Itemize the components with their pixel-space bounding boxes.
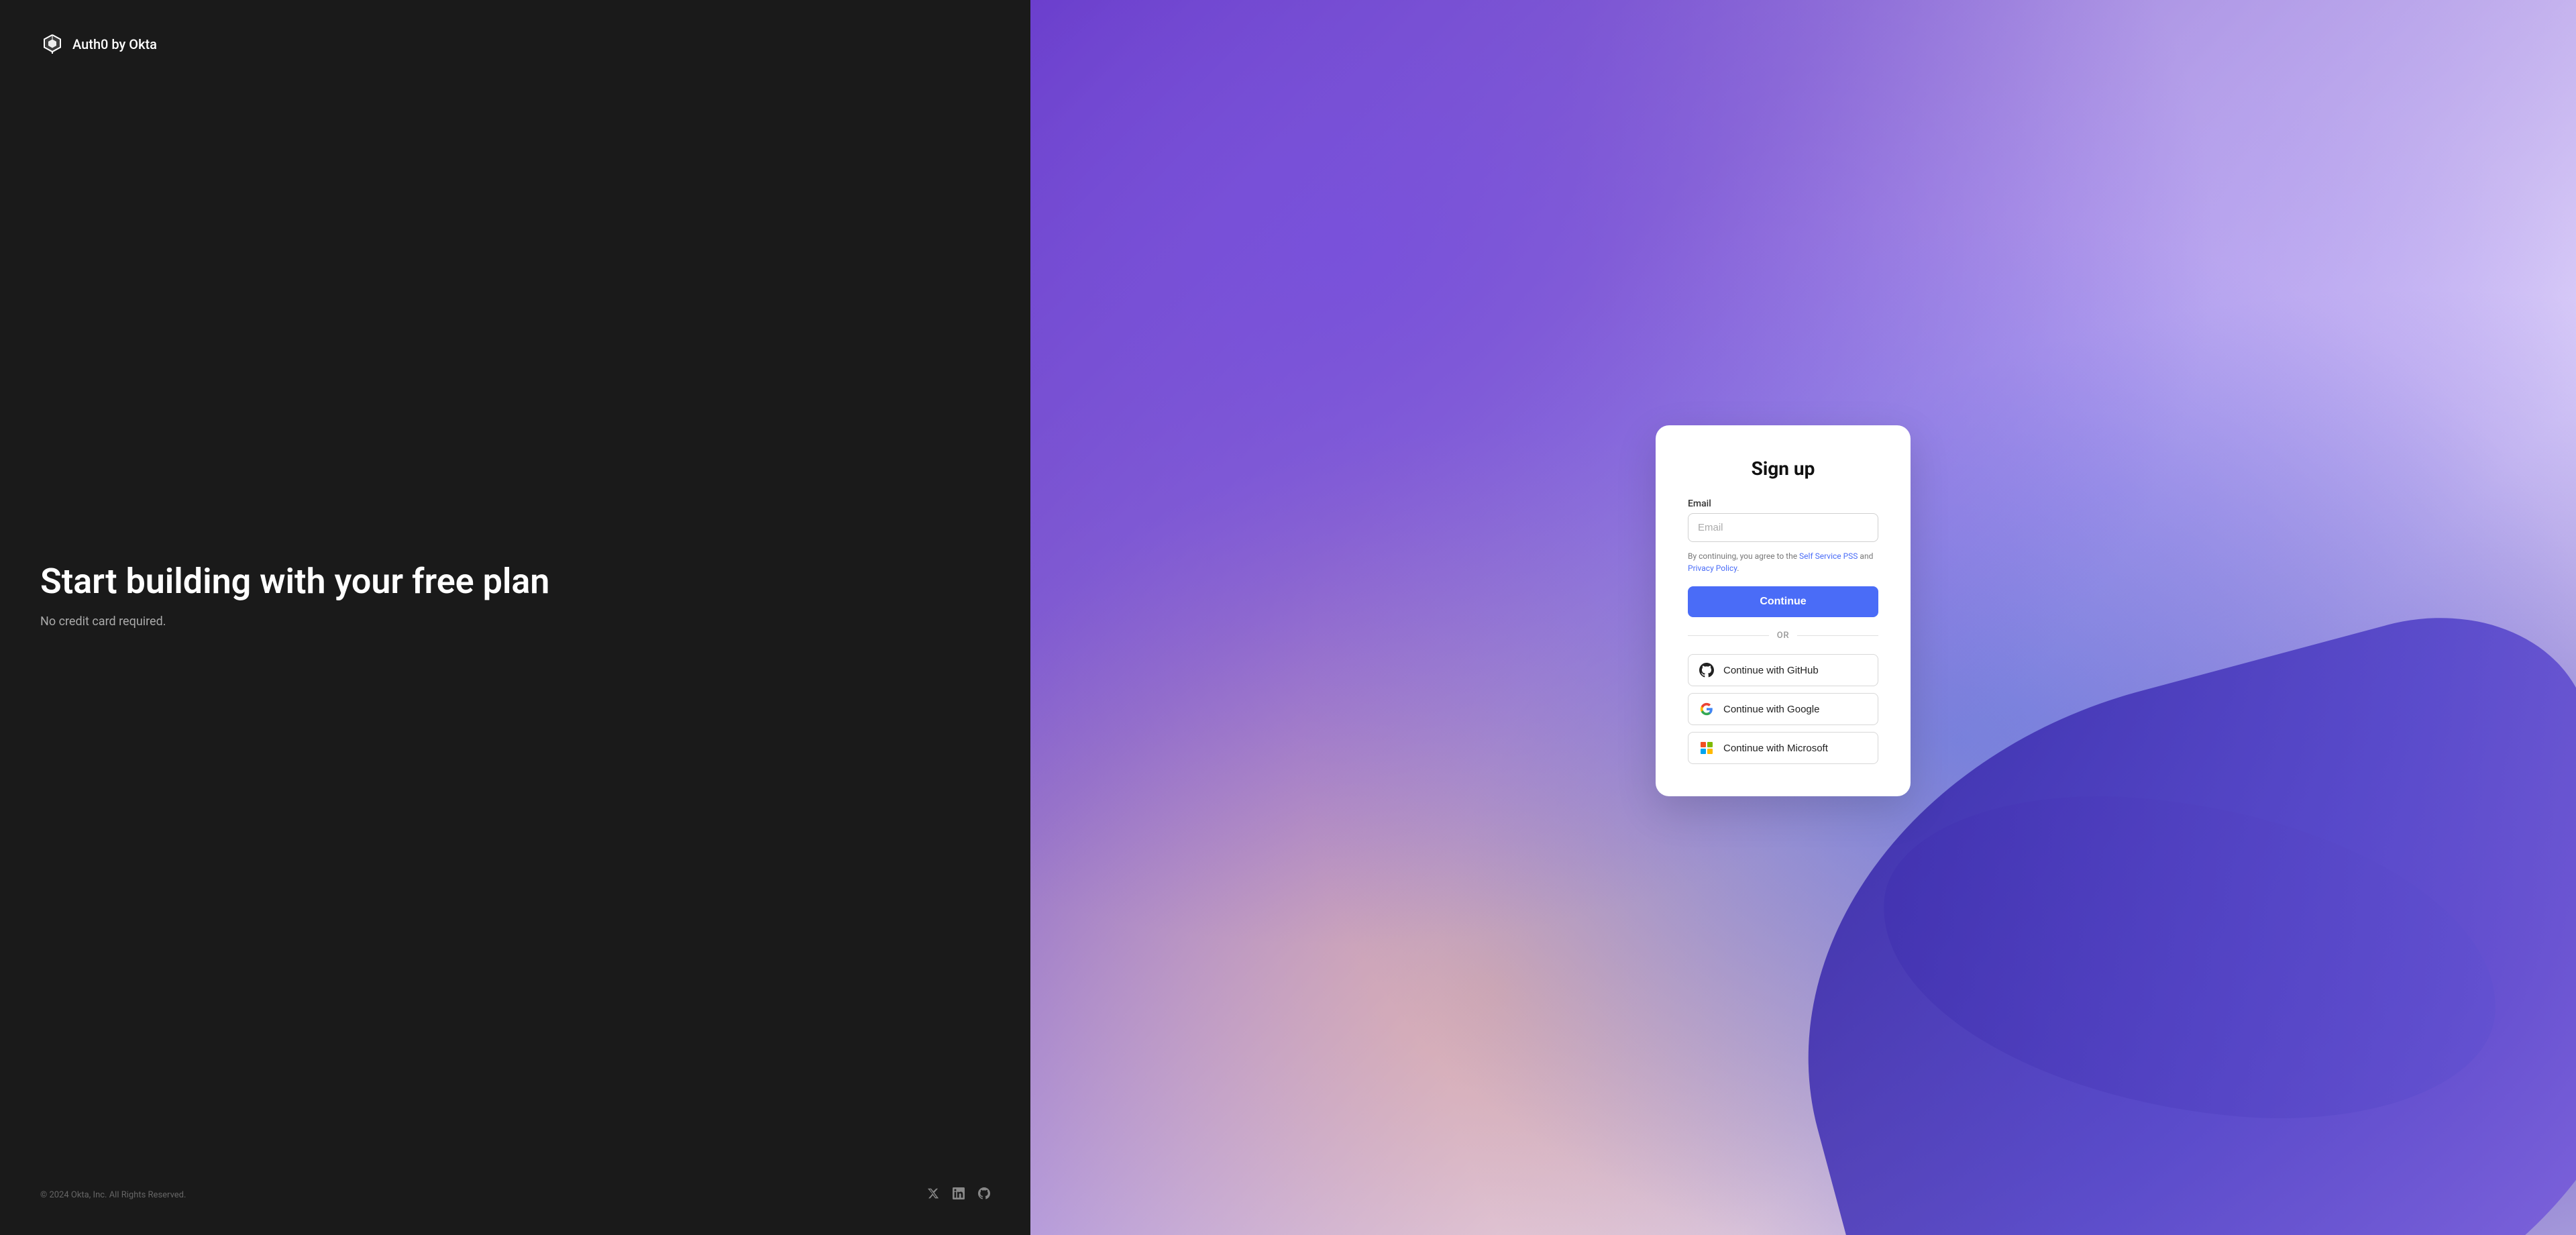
email-group: Email — [1688, 498, 1878, 542]
github-signin-button[interactable]: Continue with GitHub — [1688, 654, 1878, 686]
divider-label: OR — [1777, 631, 1789, 641]
hero-subtext: No credit card required. — [40, 614, 990, 629]
divider-line-left — [1688, 635, 1769, 636]
hero-section: Start building with your free plan No cr… — [40, 56, 990, 1187]
email-label: Email — [1688, 498, 1878, 509]
self-service-link[interactable]: Self Service PSS — [1799, 551, 1858, 561]
hero-heading: Start building with your free plan — [40, 561, 990, 602]
footer-copyright: © 2024 Okta, Inc. All Rights Reserved. — [40, 1190, 186, 1200]
google-signin-label: Continue with Google — [1723, 704, 1819, 715]
logo-text: Auth0 by Okta — [72, 36, 157, 52]
continue-button[interactable]: Continue — [1688, 586, 1878, 617]
left-panel: Auth0 by Okta Start building with your f… — [0, 0, 1030, 1235]
card-title: Sign up — [1688, 458, 1878, 480]
footer: © 2024 Okta, Inc. All Rights Reserved. — [40, 1187, 990, 1203]
microsoft-signin-button[interactable]: Continue with Microsoft — [1688, 732, 1878, 764]
x-twitter-icon[interactable] — [927, 1187, 939, 1203]
privacy-policy-link[interactable]: Privacy Policy — [1688, 563, 1737, 573]
github-footer-icon[interactable] — [978, 1187, 990, 1203]
github-signin-icon — [1699, 663, 1714, 678]
linkedin-icon[interactable] — [953, 1187, 965, 1203]
google-signin-icon — [1699, 702, 1714, 716]
auth0-logo-icon — [40, 32, 64, 56]
signup-card: Sign up Email By continuing, you agree t… — [1656, 425, 1911, 796]
right-panel: Sign up Email By continuing, you agree t… — [1030, 0, 2576, 1235]
social-links — [927, 1187, 990, 1203]
github-signin-label: Continue with GitHub — [1723, 665, 1819, 676]
microsoft-signin-icon — [1699, 741, 1714, 755]
google-signin-button[interactable]: Continue with Google — [1688, 693, 1878, 725]
microsoft-signin-label: Continue with Microsoft — [1723, 743, 1828, 754]
terms-text: By continuing, you agree to the Self Ser… — [1688, 550, 1878, 574]
logo-area: Auth0 by Okta — [40, 32, 990, 56]
divider: OR — [1688, 631, 1878, 641]
email-input[interactable] — [1688, 513, 1878, 542]
divider-line-right — [1797, 635, 1878, 636]
